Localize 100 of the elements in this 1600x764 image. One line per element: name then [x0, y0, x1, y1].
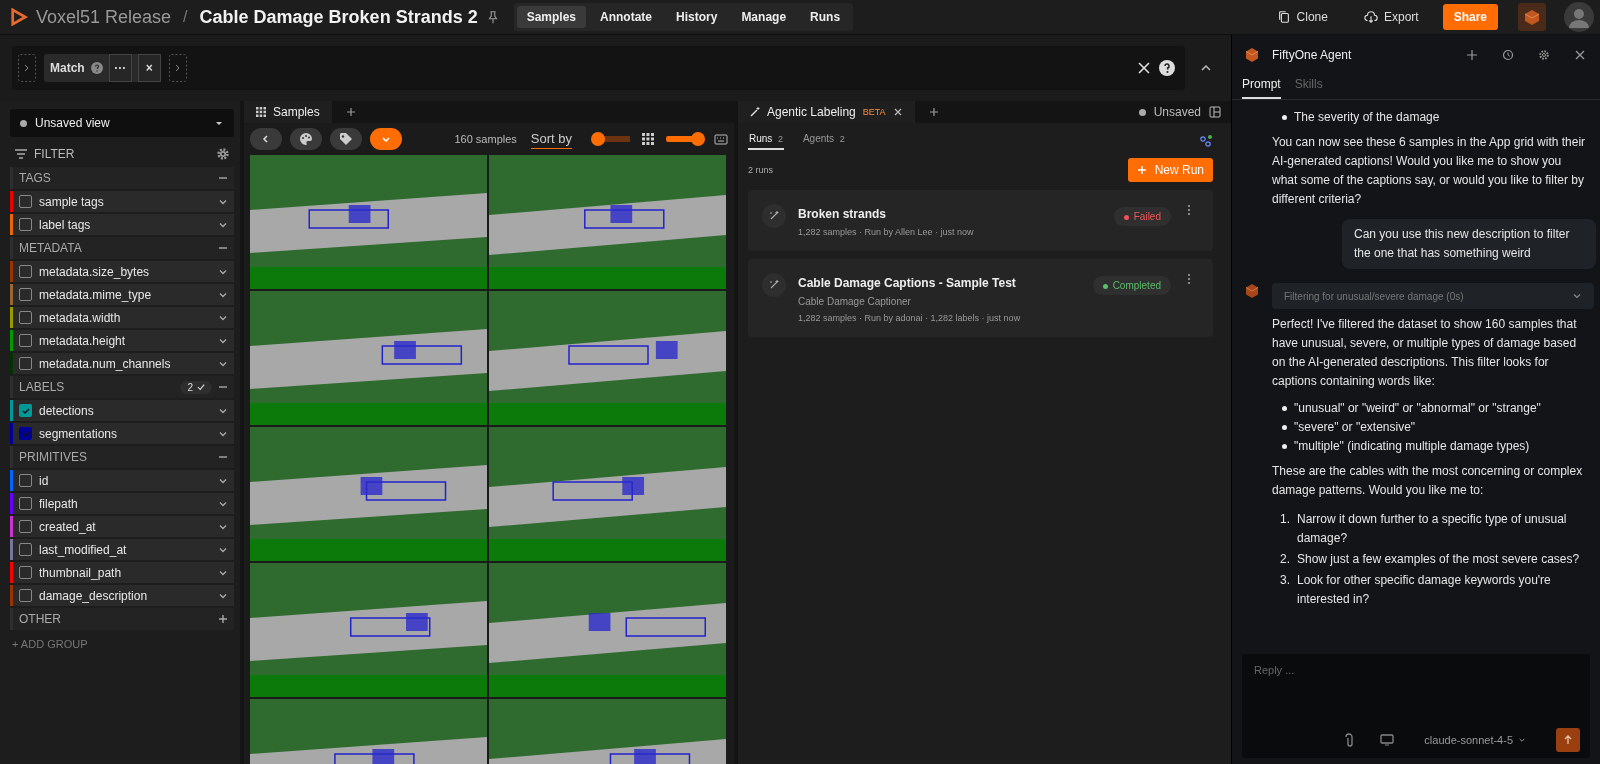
- nav-tab[interactable]: Annotate: [590, 6, 663, 28]
- chevron-right-icon[interactable]: [168, 54, 187, 82]
- field-row[interactable]: label tags: [10, 214, 234, 235]
- agent-title: FiftyOne Agent: [1272, 48, 1352, 62]
- checkbox[interactable]: [19, 566, 32, 579]
- export-button[interactable]: Export: [1349, 10, 1433, 24]
- checkbox[interactable]: [19, 311, 32, 324]
- nav-tab[interactable]: Samples: [516, 6, 587, 28]
- add-icon[interactable]: [1466, 49, 1478, 61]
- more-button[interactable]: ···: [108, 54, 132, 82]
- checkbox[interactable]: [19, 427, 32, 440]
- checkbox[interactable]: [19, 474, 32, 487]
- close-icon[interactable]: [892, 107, 903, 117]
- reply-input[interactable]: Reply ...: [1252, 660, 1580, 680]
- group-header[interactable]: METADATA: [10, 237, 234, 259]
- brand-name[interactable]: Voxel51 Release: [36, 6, 172, 28]
- field-row[interactable]: filepath: [10, 493, 234, 514]
- grid-icon[interactable]: [642, 133, 654, 145]
- nodes-icon[interactable]: [1199, 133, 1213, 148]
- run-card[interactable]: Broken strands 1,282 samples · Run by Allen Lee · just now Failed: [748, 190, 1213, 251]
- clone-button[interactable]: Clone: [1262, 10, 1342, 24]
- agent-tab[interactable]: Prompt: [1242, 75, 1281, 99]
- field-row[interactable]: metadata.num_channels: [10, 353, 234, 374]
- settings-icon[interactable]: [1538, 49, 1550, 61]
- keyboard-icon[interactable]: [714, 132, 728, 146]
- field-row[interactable]: last_modified_at: [10, 539, 234, 560]
- field-row[interactable]: thumbnail_path: [10, 562, 234, 583]
- group-header[interactable]: TAGS: [10, 167, 234, 189]
- nav-tab[interactable]: Runs: [800, 6, 851, 28]
- checkbox[interactable]: [19, 520, 32, 533]
- photo-placeholder[interactable]: [250, 155, 487, 289]
- sparkle-icon: [762, 273, 786, 297]
- remove-stage-button[interactable]: ×: [137, 54, 161, 82]
- photo-placeholder[interactable]: [489, 155, 726, 289]
- expand-icon[interactable]: [218, 614, 228, 624]
- photo-placeholder[interactable]: [250, 427, 487, 561]
- add-tab-icon[interactable]: [928, 107, 939, 117]
- sort-by-button[interactable]: Sort by: [530, 129, 572, 149]
- field-row[interactable]: segmentations: [10, 423, 234, 444]
- checkbox[interactable]: [19, 497, 32, 510]
- field-row[interactable]: created_at: [10, 516, 234, 537]
- checkbox[interactable]: [19, 218, 32, 231]
- panel-tab[interactable]: Samples: [244, 101, 332, 123]
- photo-placeholder[interactable]: [489, 427, 726, 561]
- history-icon[interactable]: [1502, 49, 1514, 61]
- photo-placeholder[interactable]: [489, 291, 726, 425]
- run-card[interactable]: Cable Damage Captions - Sample Test Cable Damage Captioner 1,282 samples · Run by adonai · 1,282 labels · just now Completed: [748, 259, 1213, 337]
- checkbox[interactable]: [19, 404, 32, 417]
- cube-icon[interactable]: [1518, 3, 1546, 31]
- field-row[interactable]: metadata.width: [10, 307, 234, 328]
- count-badge[interactable]: 2: [180, 380, 212, 394]
- list-item: Look for other specific damage keywords you're interested in?: [1297, 572, 1552, 608]
- sub-tab[interactable]: Runs 2: [748, 131, 784, 150]
- help-icon[interactable]: [1159, 60, 1175, 76]
- add-group-link[interactable]: + ADD GROUP: [10, 632, 234, 656]
- field-row[interactable]: metadata.height: [10, 330, 234, 351]
- group-header[interactable]: OTHER: [10, 608, 234, 630]
- checkbox[interactable]: [19, 265, 32, 278]
- field-row[interactable]: id: [10, 470, 234, 491]
- field-row[interactable]: metadata.mime_type: [10, 284, 234, 305]
- nav-tab[interactable]: Manage: [731, 6, 797, 28]
- add-tab-icon[interactable]: [345, 107, 356, 117]
- checkbox[interactable]: [19, 288, 32, 301]
- panel-tab[interactable]: Agentic Labeling BETA: [738, 101, 915, 123]
- checkbox[interactable]: [19, 195, 32, 208]
- photo-placeholder[interactable]: [489, 563, 726, 697]
- nav-tab[interactable]: History: [666, 6, 728, 28]
- field-row[interactable]: metadata.size_bytes: [10, 261, 234, 282]
- match-stage-chip[interactable]: Match ··· ×: [44, 54, 161, 82]
- checkbox[interactable]: [19, 334, 32, 347]
- group-title: OTHER: [19, 612, 61, 626]
- monitor-icon[interactable]: [1380, 733, 1395, 747]
- close-icon[interactable]: [1574, 49, 1586, 61]
- avatar-icon[interactable]: [1564, 2, 1594, 32]
- sub-tab[interactable]: Agents 2: [801, 131, 846, 150]
- layout-icon[interactable]: [1209, 106, 1221, 118]
- chevron-right-icon[interactable]: [18, 54, 36, 82]
- group-header[interactable]: LABELS 2: [10, 376, 234, 398]
- checkbox[interactable]: [19, 543, 32, 556]
- back-button[interactable]: [250, 128, 282, 150]
- group-header[interactable]: PRIMITIVES: [10, 446, 234, 468]
- field-row[interactable]: detections: [10, 400, 234, 421]
- settings-icon[interactable]: [216, 147, 230, 161]
- model-select[interactable]: claude-sonnet-4-5: [1418, 733, 1532, 747]
- view-select[interactable]: Unsaved view: [10, 109, 234, 137]
- palette-icon: [299, 132, 313, 146]
- field-row[interactable]: sample tags: [10, 191, 234, 212]
- reply-box[interactable]: Reply ... claude-sonnet-4-5: [1242, 654, 1590, 758]
- photo-placeholder[interactable]: [250, 291, 487, 425]
- field-label: damage_description: [39, 588, 148, 603]
- tool-step-dropdown[interactable]: Filtering for unusual/severe damage (0s): [1272, 283, 1594, 309]
- expand-button[interactable]: [370, 128, 402, 150]
- photo-placeholder[interactable]: [250, 563, 487, 697]
- checkbox[interactable]: [19, 589, 32, 602]
- checkbox[interactable]: [19, 357, 32, 370]
- field-row[interactable]: damage_description: [10, 585, 234, 606]
- palette-button[interactable]: [290, 128, 322, 150]
- tag-button[interactable]: [330, 128, 362, 150]
- send-button[interactable]: [1556, 728, 1580, 752]
- run-title: Cable Damage Captions - Sample Test: [798, 276, 1017, 290]
